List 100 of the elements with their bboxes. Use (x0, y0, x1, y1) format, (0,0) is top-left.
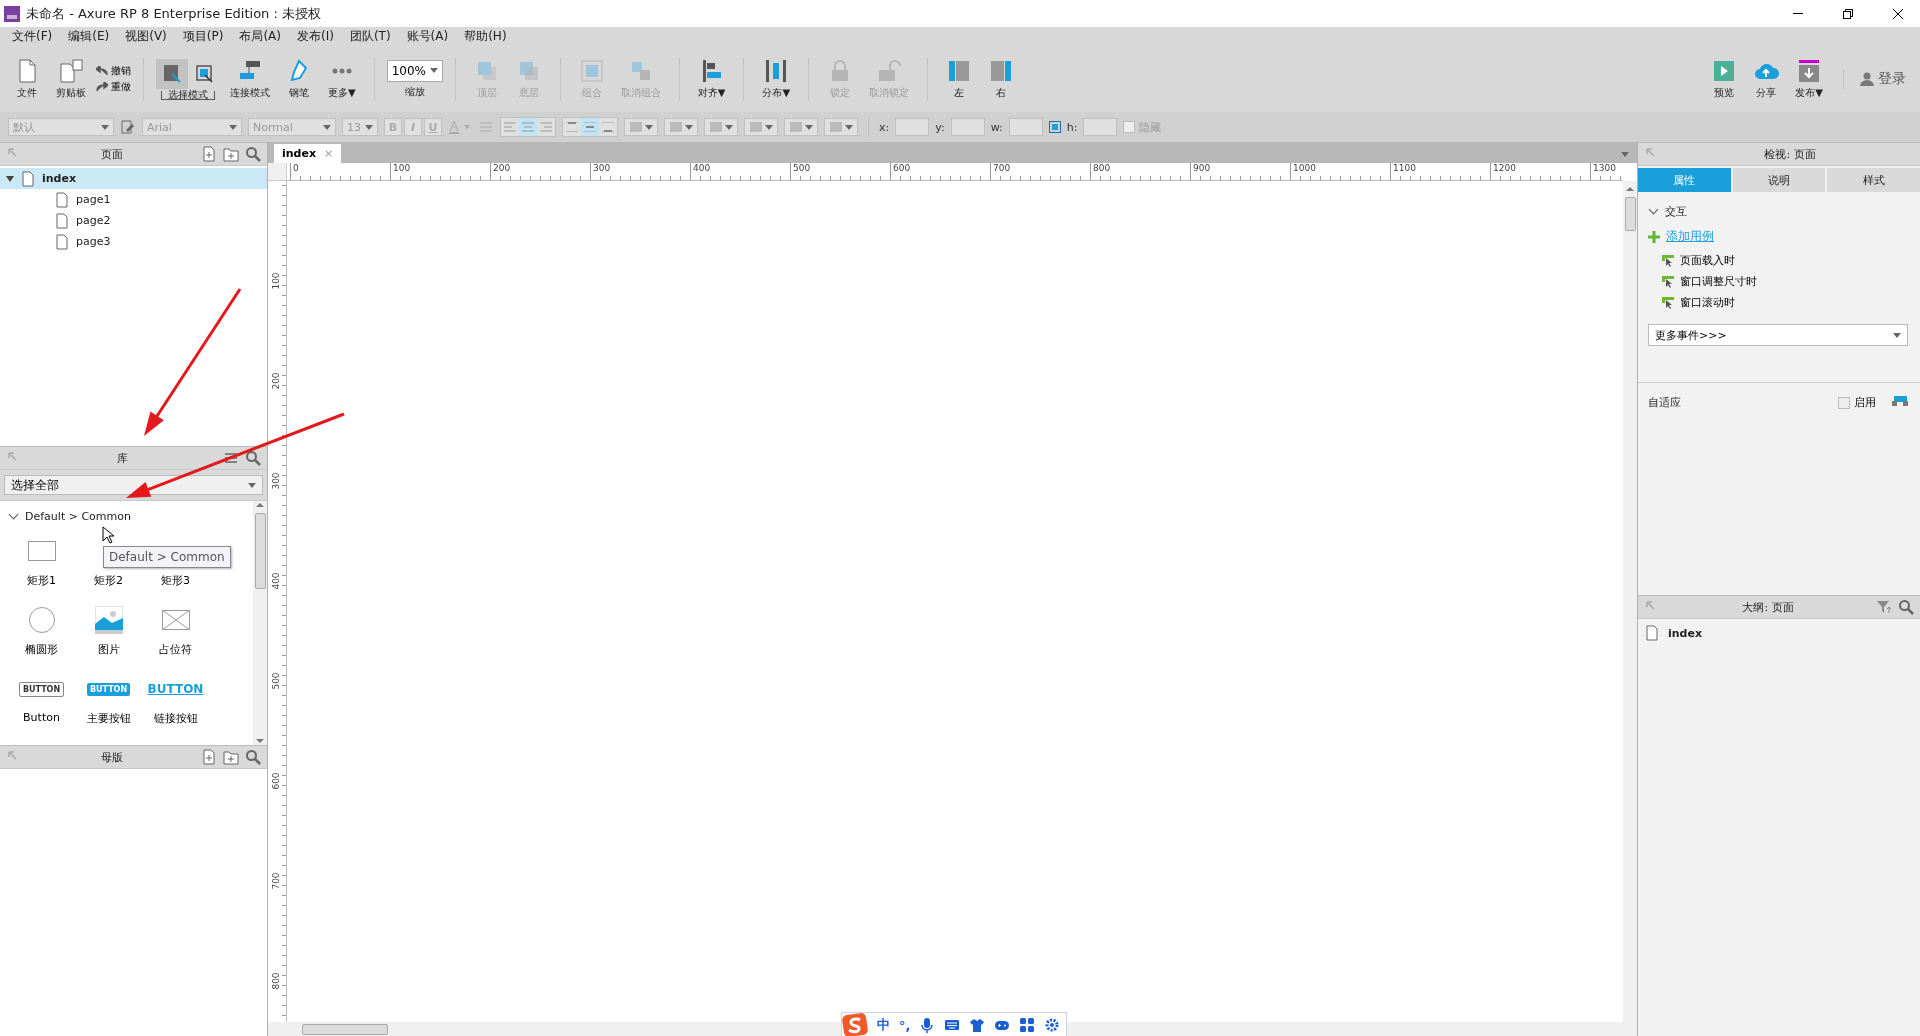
coordinate-field[interactable] (1083, 118, 1118, 136)
menu-item[interactable]: 帮助(H) (456, 28, 515, 45)
pen-button[interactable]: 钢笔 (280, 56, 318, 102)
add-page-icon[interactable] (201, 146, 217, 162)
search-icon[interactable] (245, 450, 261, 466)
fill-color-dropdown[interactable] (624, 118, 658, 136)
inspector-tab[interactable]: 样式 (1827, 168, 1920, 192)
shadow-dropdown[interactable] (664, 118, 698, 136)
page-tab[interactable]: index × (274, 144, 342, 163)
style-editor-icon[interactable] (120, 119, 136, 135)
search-icon[interactable] (1898, 599, 1914, 615)
ime-mode-toggle[interactable]: °, (899, 1017, 911, 1033)
library-widget[interactable]: 占位符 (142, 606, 209, 657)
connect-button[interactable]: 连接模式 (224, 56, 276, 102)
menu-item[interactable]: 视图(V) (117, 28, 175, 45)
left-button[interactable]: 左 (940, 56, 979, 102)
filter-icon[interactable] (1876, 599, 1892, 615)
ruler-label: 800 (270, 971, 282, 992)
menu-item[interactable]: 编辑(E) (60, 28, 118, 45)
page-icon (54, 233, 70, 250)
caret-icon (365, 124, 373, 130)
library-section-header[interactable]: Default > Common (8, 507, 253, 525)
coordinate-field[interactable] (1008, 118, 1043, 136)
ruler-label: 600 (890, 163, 911, 180)
line-weight-dropdown[interactable] (744, 118, 778, 136)
menu-item[interactable]: 账号(A) (398, 28, 457, 45)
vertical-align-button[interactable] (563, 118, 581, 136)
library-widget[interactable]: 矩形1 (8, 537, 75, 588)
add-folder-icon[interactable] (223, 146, 239, 162)
page-tree-item[interactable]: page2 (0, 210, 267, 231)
share-button[interactable]: 分享 (1747, 56, 1786, 102)
library-widget[interactable]: 图片 (75, 606, 142, 657)
publish-button[interactable]: 发布▼ (1789, 56, 1829, 102)
menu-item[interactable]: 发布(I) (289, 28, 342, 45)
menu-item[interactable]: 布局(A) (231, 28, 289, 45)
library-widget[interactable]: 椭圆形 (8, 606, 75, 657)
distribute-button[interactable]: 分布▼ (756, 56, 797, 102)
ime-mode-toggle[interactable]: 中 (877, 1016, 890, 1034)
scrollbar-thumb[interactable] (1624, 197, 1636, 231)
ruler-label: 500 (790, 163, 811, 180)
add-page-icon[interactable] (201, 749, 217, 765)
select-mode-button[interactable] (156, 58, 188, 89)
menu-item[interactable]: 项目(P) (174, 28, 232, 45)
clipboard-button[interactable]: 剪贴板 (50, 56, 92, 102)
file-button[interactable]: 文件 (8, 56, 46, 102)
scroll-up-icon[interactable] (1626, 185, 1634, 193)
font-color-icon[interactable] (448, 119, 472, 135)
more-events-dropdown[interactable]: 更多事件>>> (1648, 324, 1908, 346)
button-preview: BUTTON (18, 681, 65, 697)
close-icon (1893, 8, 1903, 19)
ime-logo-icon[interactable] (842, 1013, 868, 1036)
library-dropdown[interactable]: 选择全部 (4, 475, 263, 495)
event-item[interactable]: 页面载入时 (1662, 253, 1908, 268)
section-header[interactable]: 交互 (1648, 202, 1908, 220)
adaptive-views-icon[interactable] (1892, 395, 1908, 407)
menu-item[interactable]: 文件(F) (4, 28, 61, 45)
microphone-icon[interactable] (919, 1017, 936, 1033)
vertical-align-button[interactable] (599, 118, 617, 136)
lock-ratio-icon[interactable] (1048, 121, 1061, 133)
select-mode-label: 选择模式 (161, 90, 215, 100)
coordinate-field[interactable] (950, 118, 985, 136)
library-widget[interactable]: BUTTON 主要按钮 (75, 675, 142, 726)
coordinate-field[interactable] (895, 118, 930, 136)
add-folder-icon[interactable] (223, 749, 239, 765)
vertical-align-button[interactable] (581, 118, 599, 136)
enable-checkbox[interactable]: 启用 (1838, 395, 1876, 410)
undo-button[interactable]: 撤销 (96, 64, 131, 78)
login-button[interactable]: 登录 (1843, 69, 1912, 89)
scrollbar-thumb[interactable] (254, 513, 266, 589)
page-tree-item[interactable]: page1 (0, 189, 267, 210)
coordinate-label: x: (879, 120, 890, 134)
search-icon[interactable] (245, 749, 261, 765)
more-icon (331, 68, 352, 74)
keyboard-icon[interactable] (944, 1017, 961, 1033)
more-button[interactable]: 更多▼ (322, 56, 362, 102)
arrow-style-dropdown[interactable] (824, 118, 858, 136)
scrollbar-thumb[interactable] (302, 1023, 388, 1035)
line-color-dropdown[interactable] (704, 118, 738, 136)
page-tree-item[interactable]: index (0, 168, 267, 189)
library-widget[interactable]: BUTTON 链接按钮 (142, 675, 209, 726)
inspector-tab[interactable]: 说明 (1732, 168, 1826, 192)
event-item[interactable]: 窗口调整尺寸时 (1662, 274, 1908, 289)
search-icon[interactable] (245, 146, 261, 162)
event-item[interactable]: 窗口滚动时 (1662, 295, 1908, 310)
menu-item[interactable]: 团队(T) (341, 28, 399, 45)
line-style-dropdown[interactable] (784, 118, 818, 136)
outline-item[interactable]: index (1638, 619, 1920, 647)
line-weight-icon (749, 121, 763, 133)
settings-icon[interactable] (1044, 1017, 1061, 1033)
shirt-icon[interactable] (969, 1017, 986, 1033)
align-button[interactable]: 对齐▼ (691, 56, 732, 102)
library-widget[interactable]: BUTTON Button (8, 675, 75, 726)
grid-icon[interactable] (1019, 1017, 1036, 1033)
preview-button[interactable]: 预览 (1705, 56, 1744, 102)
expand-toggle-icon[interactable] (6, 175, 14, 182)
menu-icon[interactable] (223, 450, 239, 466)
zoom-dropdown[interactable]: 100% (386, 59, 443, 82)
page-tree-item[interactable]: page3 (0, 231, 267, 252)
redo-button[interactable]: 重做 (96, 80, 131, 94)
right-button[interactable]: 右 (982, 56, 1021, 102)
